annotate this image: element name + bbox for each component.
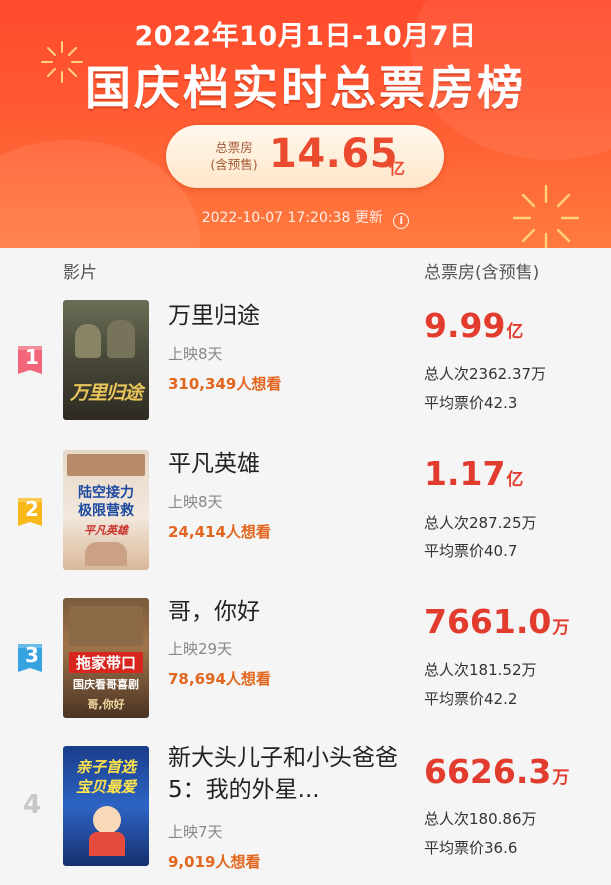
rank-number: 2 (25, 497, 39, 521)
movie-row[interactable]: 4 亲子首选 宝贝最爱 新大头儿子和小头爸爸5：我的外星... 上映7天 9,0… (0, 742, 611, 885)
box-office-number: 1.17 (424, 454, 506, 493)
rank-number: 1 (25, 345, 39, 369)
box-office-unit: 亿 (506, 322, 524, 342)
total-box-office-pill: 总票房 (含预售) 14.65 亿 (166, 125, 444, 188)
movie-title[interactable]: 万里归途 (168, 300, 403, 332)
movie-poster[interactable]: 拖家带口 国庆看哥喜剧 哥,你好 (63, 598, 149, 718)
box-office-value: 9.99亿 (424, 306, 523, 345)
want-to-see-count: 78,694人想看 (168, 670, 271, 688)
release-days: 上映8天 (168, 345, 223, 363)
movie-row[interactable]: 2 陆空接力 极限营救 平凡英雄 平凡英雄 上映8天 24,414人想看 1.1… (0, 446, 611, 594)
box-office-number: 7661.0 (424, 602, 552, 641)
total-label-line2: (含预售) (210, 157, 258, 172)
box-office-value: 6626.3万 (424, 752, 569, 791)
box-office-value: 7661.0万 (424, 602, 569, 641)
poster-text: 亲子首选 (75, 758, 136, 776)
poster-text: 宝贝最爱 (75, 778, 136, 796)
total-label: 总票房 (含预售) (208, 139, 260, 173)
movie-poster[interactable]: 万里归途 (63, 300, 149, 420)
total-label-line1: 总票房 (215, 140, 253, 155)
release-days: 上映7天 (168, 823, 223, 841)
poster-figure (107, 320, 135, 358)
movie-title[interactable]: 哥，你好 (168, 596, 403, 628)
poster-figure (93, 806, 121, 834)
poster-text: 拖家带口 (69, 652, 143, 673)
update-time: 2022-10-07 17:20:38 (201, 210, 351, 226)
movie-row[interactable]: 1 万里归途 万里归途 上映8天 310,349人想看 9.99亿 总人次236… (0, 298, 611, 446)
box-office-number: 6626.3 (424, 752, 552, 791)
poster-title: 万里归途 (69, 382, 143, 404)
movie-title[interactable]: 新大头儿子和小头爸爸5：我的外星... (168, 742, 403, 808)
column-header-film: 影片 (63, 263, 97, 283)
admissions: 总人次180.86万 (424, 810, 537, 828)
admissions: 总人次2362.37万 (424, 365, 547, 383)
poster-text: 陆空接力 (78, 485, 134, 501)
total-unit: 亿 (389, 159, 406, 178)
box-office-number: 9.99 (424, 306, 506, 345)
column-header-box-office: 总票房(含预售) (424, 263, 540, 283)
date-range: 2022年10月1日-10月7日 (134, 21, 477, 52)
box-office-unit: 亿 (506, 470, 524, 490)
movie-row[interactable]: 3 拖家带口 国庆看哥喜剧 哥,你好 哥，你好 上映29天 78,694人想看 … (0, 594, 611, 742)
update-row: 2022-10-07 17:20:38 更新 i (0, 207, 611, 229)
box-office-unit: 万 (552, 618, 570, 638)
average-price: 平均票价40.7 (424, 542, 518, 560)
rank-number: 3 (25, 643, 39, 667)
box-office-unit: 万 (552, 768, 570, 788)
total-value: 14.65 (269, 131, 399, 177)
average-price: 平均票价42.3 (424, 394, 518, 412)
update-label: 更新 (354, 210, 383, 226)
poster-text: 国庆看哥喜剧 (73, 678, 139, 691)
want-to-see-count: 310,349人想看 (168, 375, 282, 393)
header-banner: 2022年10月1日-10月7日 国庆档实时总票房榜 总票房 (含预售) 14.… (0, 0, 611, 248)
admissions: 总人次181.52万 (424, 661, 537, 679)
want-to-see-count: 24,414人想看 (168, 523, 271, 541)
poster-title: 哥,你好 (87, 698, 125, 711)
poster-title: 平凡英雄 (84, 524, 128, 537)
poster-figure (69, 606, 143, 646)
movie-poster[interactable]: 陆空接力 极限营救 平凡英雄 (63, 450, 149, 570)
page-title: 国庆档实时总票房榜 (85, 61, 526, 115)
info-icon[interactable]: i (393, 213, 410, 229)
box-office-value: 1.17亿 (424, 454, 523, 493)
poster-figure (89, 832, 125, 856)
movie-poster[interactable]: 亲子首选 宝贝最爱 (63, 746, 149, 866)
want-to-see-count: 9,019人想看 (168, 853, 261, 871)
poster-figure (85, 542, 127, 566)
poster-figure (75, 324, 101, 358)
release-days: 上映29天 (168, 640, 233, 658)
poster-faces (67, 454, 145, 476)
release-days: 上映8天 (168, 493, 223, 511)
admissions: 总人次287.25万 (424, 514, 537, 532)
rank-number: 4 (22, 790, 42, 820)
average-price: 平均票价42.2 (424, 690, 518, 708)
movie-title[interactable]: 平凡英雄 (168, 448, 403, 480)
average-price: 平均票价36.6 (424, 839, 518, 857)
poster-text: 极限营救 (78, 503, 134, 519)
